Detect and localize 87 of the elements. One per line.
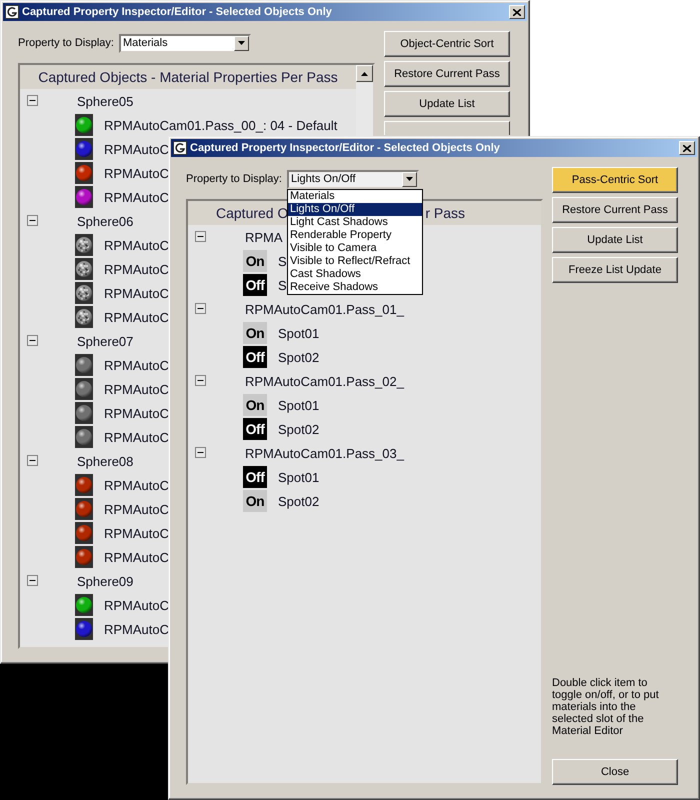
- material-name[interactable]: RPMAutoCam01.Pass_00_: 04 - Default: [104, 118, 338, 132]
- material-name[interactable]: RPMAutoC: [104, 238, 170, 252]
- material-name[interactable]: RPMAutoC: [104, 310, 170, 324]
- close-button[interactable]: Close: [552, 759, 678, 785]
- object-name[interactable]: Sphere05: [77, 94, 134, 108]
- action-button[interactable]: Restore Current Pass: [552, 197, 678, 223]
- light-name[interactable]: S: [278, 278, 287, 292]
- close-button[interactable]: [679, 141, 695, 155]
- light-name[interactable]: Spot02: [278, 422, 320, 436]
- material-name[interactable]: RPMAutoC: [104, 358, 170, 372]
- pass-name[interactable]: RPMAutoCam01.Pass_02_: [245, 374, 404, 388]
- dropdown-option[interactable]: Visible to Camera: [288, 242, 422, 254]
- material-name[interactable]: RPMAutoC: [104, 526, 170, 540]
- dropdown-option[interactable]: Visible to Reflect/Refract: [288, 254, 422, 268]
- material-name[interactable]: RPMAutoC: [104, 286, 170, 300]
- object-name[interactable]: Sphere06: [77, 214, 134, 228]
- dropdown-option[interactable]: Cast Shadows: [288, 268, 422, 280]
- action-button[interactable]: Freeze List Update: [552, 257, 678, 283]
- light-name[interactable]: Spot02: [278, 494, 320, 508]
- window-title: Captured Property Inspector/Editor - Selected Objects Only: [22, 6, 333, 18]
- material-name[interactable]: RPMAutoC: [104, 598, 170, 612]
- collapse-icon[interactable]: [27, 455, 38, 466]
- light-state-badge[interactable]: Off: [243, 346, 267, 368]
- property-dropdown[interactable]: Lights On/Off: [286, 170, 419, 188]
- tree-header: Captured Objects - Material Properties Per Pass: [20, 65, 356, 89]
- light-state-badge[interactable]: Off: [243, 466, 267, 488]
- material-name[interactable]: RPMAutoC: [104, 550, 170, 564]
- light-name[interactable]: Spot01: [278, 398, 320, 412]
- property-dropdown[interactable]: Materials: [118, 34, 251, 52]
- help-text: Double click item to toggle on/off, or to put materials into the selected slot of the Material Editor: [552, 677, 660, 737]
- collapse-icon[interactable]: [195, 231, 206, 242]
- close-icon: [513, 8, 521, 16]
- object-name[interactable]: Sphere09: [77, 574, 134, 588]
- collapse-icon[interactable]: [27, 575, 38, 586]
- dropdown-option[interactable]: Materials: [288, 190, 422, 202]
- scroll-up-button[interactable]: [356, 65, 373, 82]
- material-name[interactable]: RPMAutoC: [104, 622, 170, 636]
- material-name[interactable]: RPMAutoC: [104, 142, 170, 156]
- dropdown-option[interactable]: Receive Shadows: [288, 280, 422, 294]
- light-name[interactable]: Spot01: [278, 470, 320, 484]
- up-arrow-icon: [361, 72, 368, 76]
- pass-name[interactable]: RPMAutoCam01.Pass_03_: [245, 446, 404, 460]
- light-state-badge[interactable]: On: [243, 322, 267, 344]
- dropdown-option[interactable]: Lights On/Off: [288, 202, 422, 216]
- collapse-icon[interactable]: [195, 447, 206, 458]
- property-label: Property to Display:: [18, 37, 114, 49]
- caret-icon: [406, 177, 413, 181]
- window-title: Captured Property Inspector/Editor - Selected Objects Only: [190, 142, 501, 154]
- material-name[interactable]: RPMAutoC: [104, 502, 170, 516]
- light-state-badge[interactable]: On: [243, 490, 267, 512]
- close-button[interactable]: [509, 5, 525, 19]
- app-icon: [5, 5, 19, 19]
- collapse-icon[interactable]: [195, 375, 206, 386]
- material-name[interactable]: RPMAutoC: [104, 478, 170, 492]
- material-name[interactable]: RPMAutoC: [104, 430, 170, 444]
- material-name[interactable]: RPMAutoC: [104, 190, 170, 204]
- sort-button[interactable]: Update List: [384, 91, 510, 117]
- sort-button[interactable]: Object-Centric Sort: [384, 31, 510, 57]
- dropdown-option[interactable]: Renderable Property: [288, 228, 422, 242]
- action-button[interactable]: Update List: [552, 227, 678, 253]
- light-name[interactable]: Spot02: [278, 350, 320, 364]
- collapse-icon[interactable]: [27, 95, 38, 106]
- caret-icon: [238, 41, 245, 45]
- property-label: Property to Display:: [186, 173, 282, 185]
- light-state-badge[interactable]: Off: [243, 418, 267, 440]
- object-name[interactable]: Sphere08: [77, 454, 134, 468]
- collapse-icon[interactable]: [27, 215, 38, 226]
- light-name[interactable]: S: [278, 254, 287, 268]
- light-name[interactable]: Spot01: [278, 326, 320, 340]
- pass-name[interactable]: RPMAutoCam01.Pass_01_: [245, 302, 404, 316]
- material-name[interactable]: RPMAutoC: [104, 382, 170, 396]
- sort-button[interactable]: Pass-Centric Sort: [552, 167, 678, 193]
- collapse-icon[interactable]: [27, 335, 38, 346]
- dropdown-option[interactable]: Light Cast Shadows: [288, 216, 422, 228]
- material-name[interactable]: RPMAutoC: [104, 262, 170, 276]
- sort-button[interactable]: Restore Current Pass: [384, 61, 510, 87]
- material-name[interactable]: RPMAutoC: [104, 166, 170, 180]
- app-icon: [173, 141, 187, 155]
- light-state-badge[interactable]: On: [243, 394, 267, 416]
- object-name[interactable]: Sphere07: [77, 334, 134, 348]
- light-state-badge[interactable]: On: [243, 250, 267, 272]
- close-icon: [683, 144, 691, 152]
- collapse-icon[interactable]: [195, 303, 206, 314]
- material-name[interactable]: RPMAutoC: [104, 406, 170, 420]
- light-state-badge[interactable]: Off: [243, 274, 267, 296]
- header-text: r Pass: [425, 205, 465, 221]
- pass-name[interactable]: RPMA: [245, 230, 283, 244]
